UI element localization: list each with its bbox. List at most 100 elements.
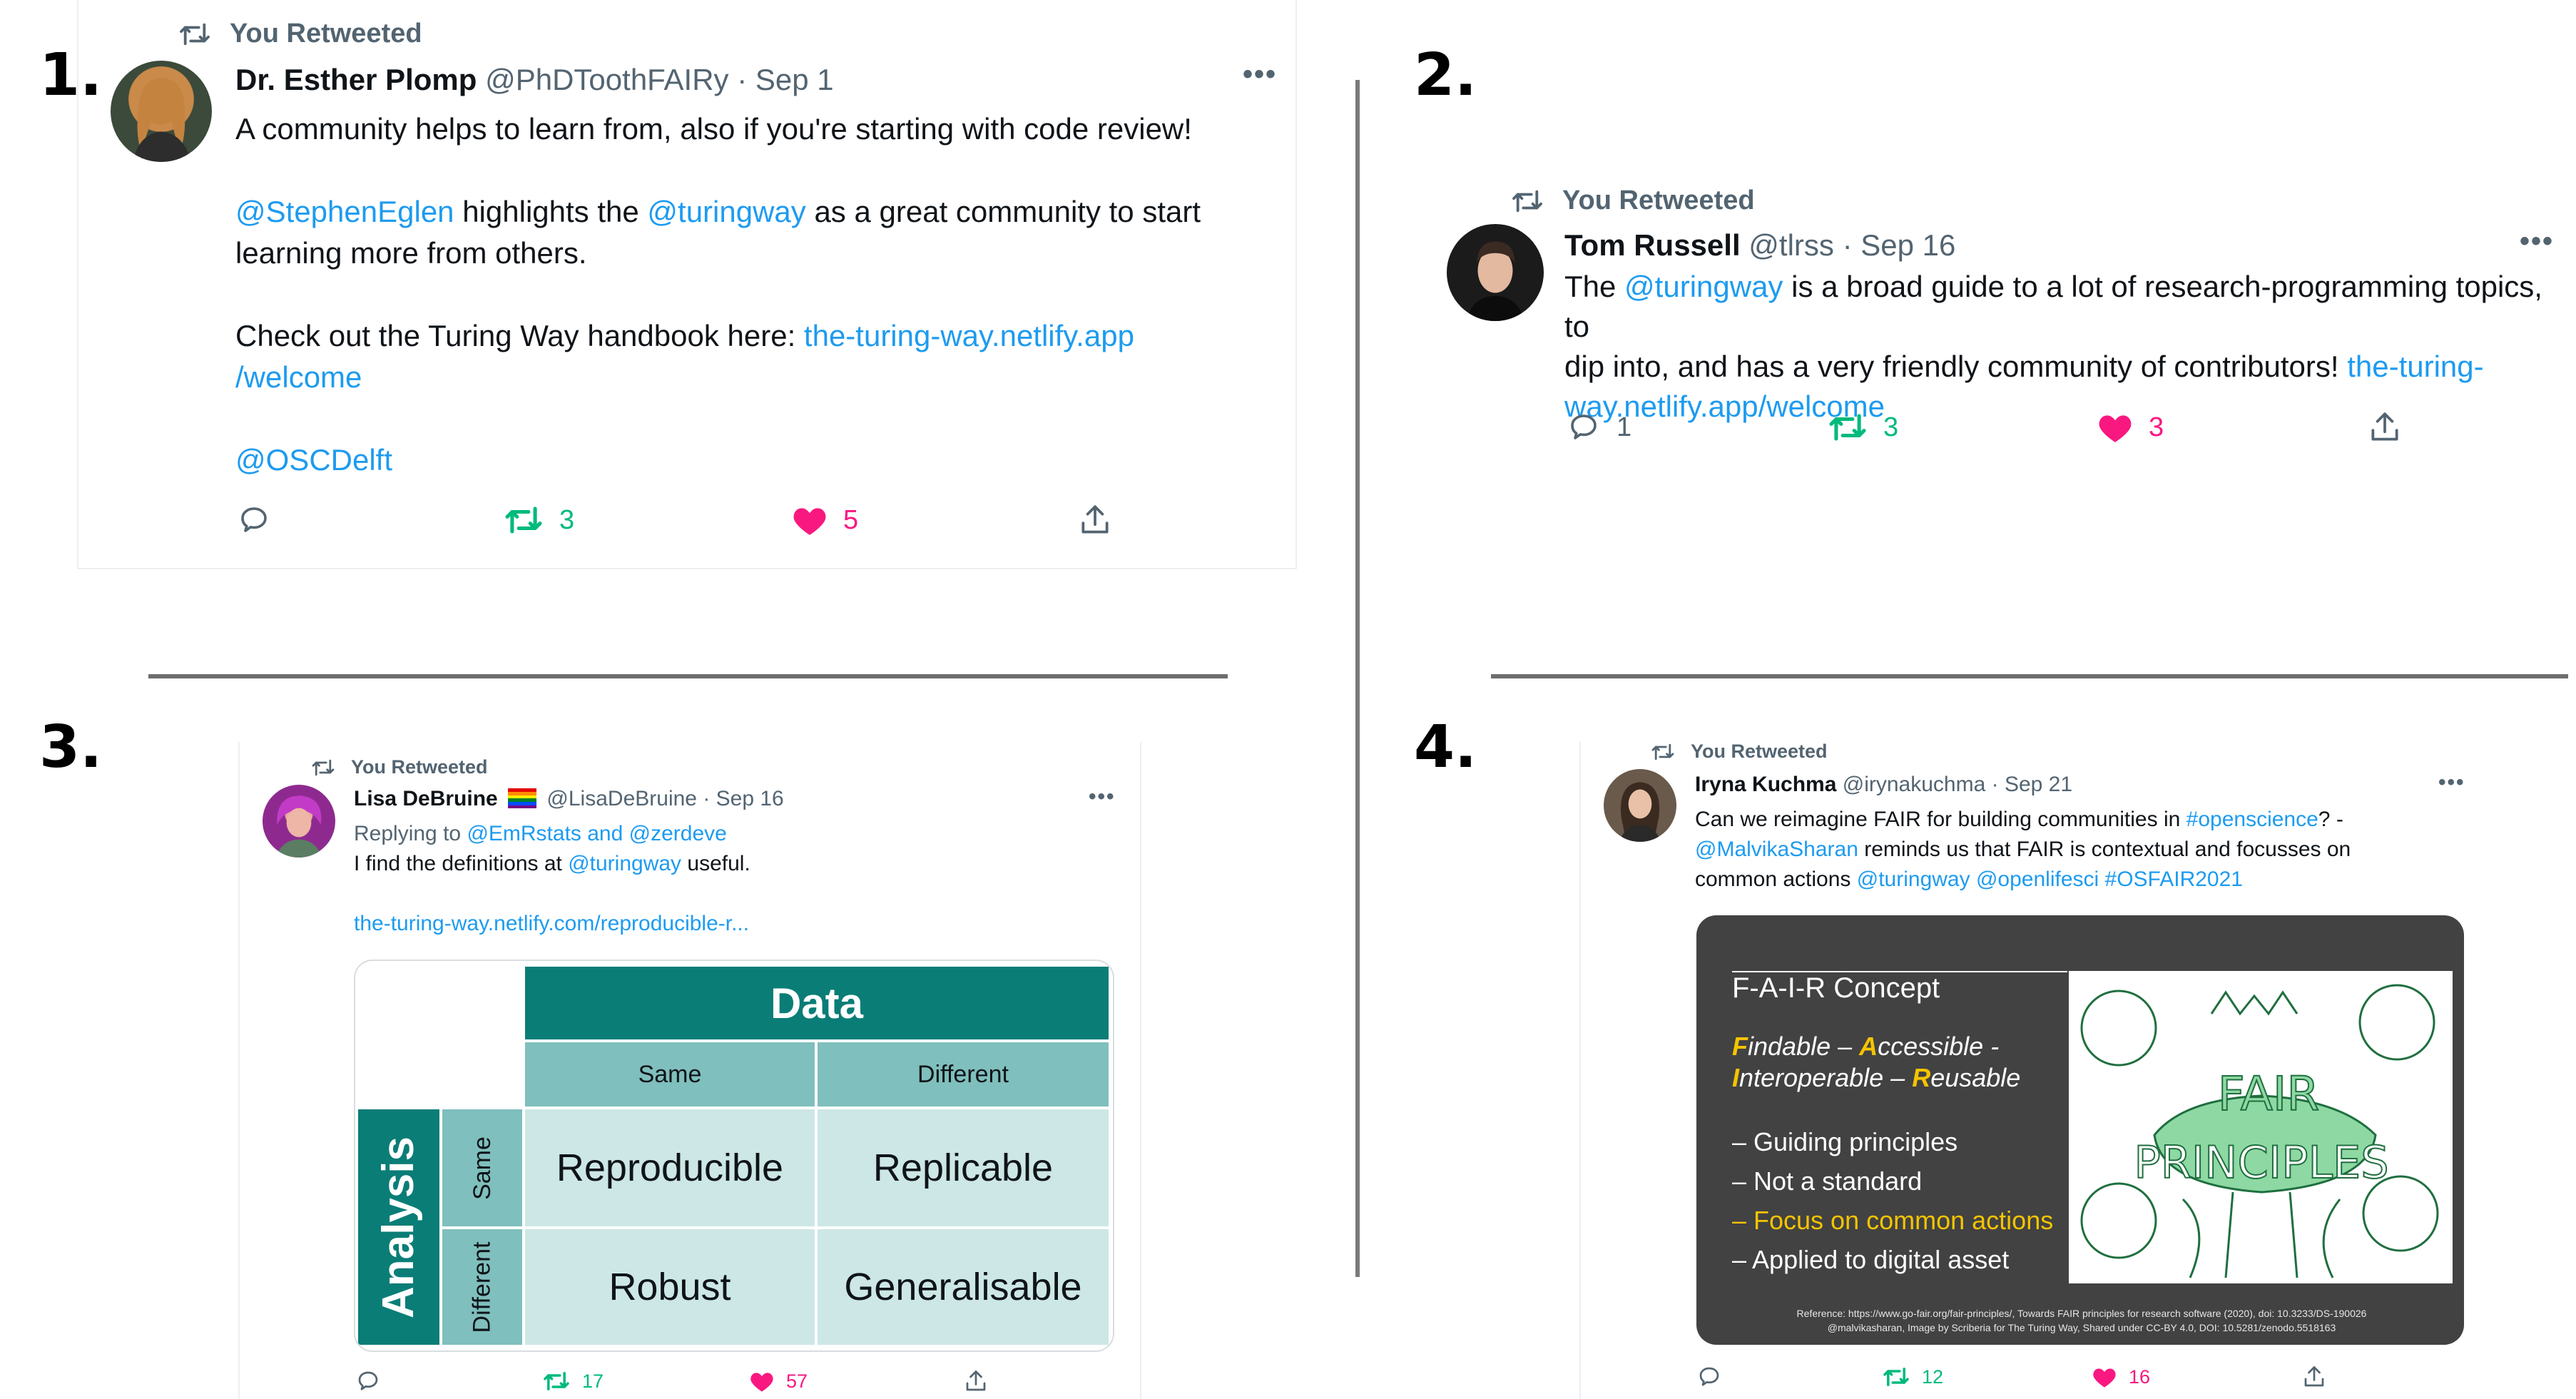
hashtag-link[interactable]: #openscience	[2186, 808, 2318, 831]
tweet-3-avatar[interactable]	[263, 785, 335, 858]
retweet-label: You Retweeted	[1562, 185, 1755, 215]
text-line: common actions @turingway @openlifesci #…	[1695, 865, 2351, 895]
tweet-date[interactable]: Sep 16	[1860, 228, 1955, 262]
fair-illustration: FAIR PRINCIPLES	[2069, 971, 2453, 1283]
text-span: Can we reimagine FAIR for building commu…	[1695, 808, 2186, 831]
tweet-2-text: The @turingway is a broad guide to a lot…	[1564, 267, 2563, 427]
tweet-3-actions: 17 57	[355, 1368, 989, 1394]
tweet-3-more-button[interactable]: •••	[1089, 785, 1116, 809]
reply-button[interactable]	[1696, 1364, 1882, 1390]
retweet-icon	[180, 23, 210, 45]
tweet-4-avatar[interactable]	[1604, 769, 1676, 842]
retweet-button[interactable]: 3	[1828, 411, 2097, 444]
text-span: useful.	[681, 852, 750, 875]
tweet-date[interactable]: Sep 16	[716, 787, 784, 810]
avatar-portrait-icon	[1466, 241, 1524, 321]
tweet-3-header: Lisa DeBruine @LisaDeBruine · Sep 16	[354, 787, 784, 810]
mention-link[interactable]: @OSCDelft	[235, 443, 392, 477]
like-button[interactable]: 5	[792, 504, 1077, 536]
retweet-count: 3	[559, 504, 575, 535]
tweet-1-avatar[interactable]	[111, 61, 212, 162]
retweet-button[interactable]: 3	[504, 504, 792, 536]
like-button[interactable]: 57	[749, 1370, 963, 1393]
table-row-same: Same	[468, 1136, 496, 1200]
like-count: 5	[843, 504, 859, 535]
url-link[interactable]: the-turing-	[2347, 350, 2483, 383]
fair-concept-slide-image[interactable]: F-A-I-R Concept Findable – Accessible - …	[1696, 915, 2464, 1345]
tweet-2-header: Tom Russell @tlrss · Sep 16	[1564, 228, 1956, 262]
heart-icon	[2099, 415, 2132, 442]
tweet-date[interactable]: Sep 1	[755, 63, 834, 96]
like-count: 16	[2129, 1365, 2151, 1388]
word-accessible: ccessible -	[1878, 1032, 2000, 1061]
reply-button[interactable]	[355, 1368, 542, 1394]
mention-link[interactable]: @StephenEglen	[235, 195, 454, 228]
table-analysis-header-cell: Analysis	[358, 1109, 439, 1345]
table-row-different-cell: Different	[442, 1229, 522, 1345]
author-name[interactable]: Tom Russell	[1564, 228, 1741, 262]
retweet-button[interactable]: 12	[1882, 1365, 2092, 1388]
reply-count: 1	[1617, 412, 1632, 442]
reply-icon	[241, 507, 267, 532]
tweet-1-more-button[interactable]: •••	[1243, 58, 1277, 91]
text-span: I find the definitions at	[354, 852, 569, 875]
mention-link[interactable]: @turingway	[1624, 270, 1783, 303]
word-reusable: eusable	[1930, 1063, 2021, 1092]
author-handle[interactable]: @PhDToothFAIRy	[485, 63, 728, 96]
retweet-icon	[505, 507, 542, 534]
table-cell-robust: Robust	[525, 1229, 815, 1345]
table-col-different: Different	[818, 1042, 1109, 1107]
retweet-icon	[544, 1372, 569, 1390]
rainbow-flag-icon	[508, 788, 537, 808]
retweet-icon	[312, 759, 335, 775]
share-button[interactable]	[2367, 409, 2403, 445]
url-link[interactable]: the-turing-way.netlify.app	[804, 319, 1134, 352]
mention-link[interactable]: @openlifesci	[1976, 868, 2099, 891]
like-button[interactable]: 16	[2092, 1365, 2301, 1388]
like-button[interactable]: 3	[2097, 411, 2367, 444]
reply-button[interactable]	[237, 503, 504, 537]
hashtag-link[interactable]: #OSFAIR2021	[2105, 868, 2243, 891]
author-name[interactable]: Lisa DeBruine	[354, 787, 498, 810]
tweet-3-text: Replying to @EmRstats and @zerdeve I fin…	[354, 819, 750, 939]
tweet-1-retweet-indicator: You Retweeted	[178, 19, 422, 49]
mention-link[interactable]: @turingway	[1857, 868, 1970, 891]
reply-icon	[358, 1371, 378, 1390]
url-link[interactable]: the-turing-way.netlify.com/reproducible-…	[354, 912, 749, 935]
share-button[interactable]	[963, 1368, 989, 1394]
tweet-4-more-button[interactable]: •••	[2438, 770, 2465, 795]
mention-link[interactable]: @turingway	[568, 852, 681, 875]
tweet-2-more-button[interactable]: •••	[2520, 225, 2554, 258]
mention-link[interactable]: @MalvikaSharan	[1695, 838, 1858, 861]
slide-bullet: – Guiding principles	[1732, 1127, 1958, 1156]
author-name[interactable]: Dr. Esther Plomp	[235, 63, 477, 96]
replying-to-link[interactable]: @EmRstats and @zerdeve	[467, 822, 726, 845]
tweet-2-actions: 1 3 3	[1567, 409, 2403, 445]
text-line: /welcome	[235, 357, 1270, 398]
retweet-count: 17	[582, 1370, 604, 1392]
retweet-icon	[1883, 1368, 1909, 1386]
share-button[interactable]	[2301, 1364, 2327, 1390]
slide-reference-line: Reference: https://www.go-fair.org/fair-…	[1796, 1308, 2367, 1319]
url-link[interactable]: /welcome	[235, 360, 362, 394]
share-button[interactable]	[1077, 502, 1113, 538]
text-line: Can we reimagine FAIR for building commu…	[1695, 805, 2351, 835]
table-cell-reproducible: Reproducible	[525, 1109, 815, 1226]
table-data-header: Data	[525, 967, 1109, 1039]
author-handle[interactable]: @LisaDeBruine	[546, 787, 697, 810]
tweet-date[interactable]: Sep 21	[2005, 773, 2072, 796]
panel-label-3: 3.	[39, 713, 103, 781]
retweet-button[interactable]: 17	[542, 1370, 749, 1393]
tweet-2-avatar[interactable]	[1447, 224, 1544, 321]
tweet-2-retweet-indicator: You Retweeted	[1511, 185, 1755, 216]
word-findable: indable –	[1748, 1032, 1860, 1061]
text-span: as a great community to start	[805, 195, 1201, 228]
reply-button[interactable]: 1	[1567, 410, 1828, 444]
author-name[interactable]: Iryna Kuchma	[1695, 773, 1836, 796]
horizontal-divider-right	[1491, 674, 2568, 678]
author-handle[interactable]: @irynakuchma	[1843, 773, 1986, 796]
mention-link[interactable]: @turingway	[647, 195, 805, 228]
text-span: highlights the	[454, 195, 648, 228]
author-handle[interactable]: @tlrss	[1748, 228, 1834, 262]
reproducibility-table-image[interactable]: Data Same Different Analysis Same Differ…	[354, 960, 1114, 1352]
